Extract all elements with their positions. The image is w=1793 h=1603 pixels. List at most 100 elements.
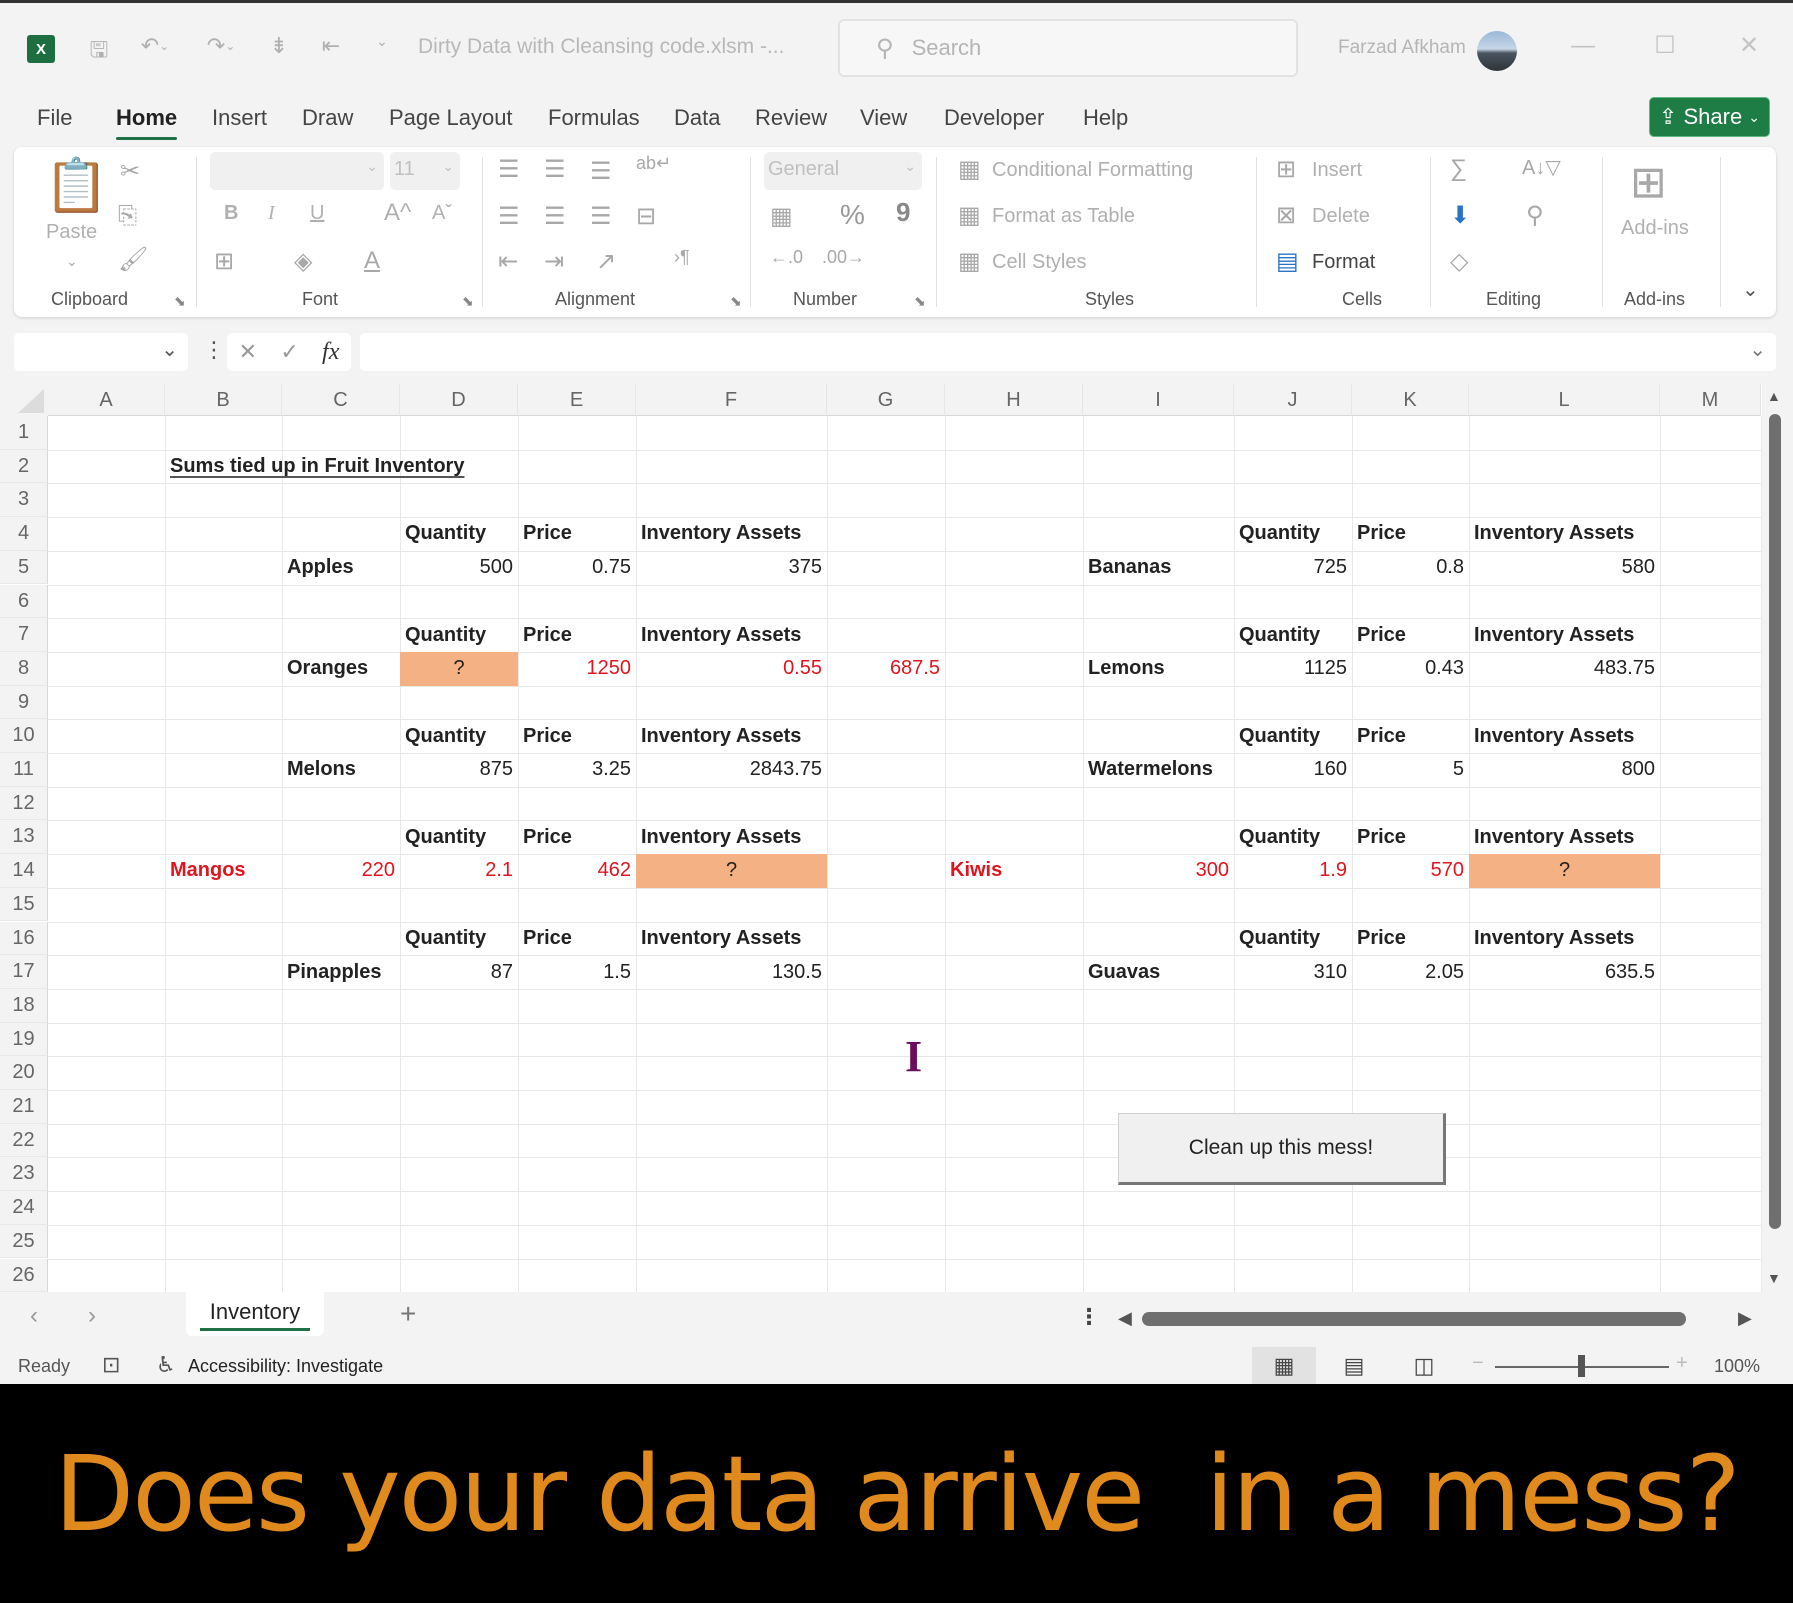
- format-as-table-button[interactable]: Format as Table: [992, 205, 1135, 228]
- row-header-23[interactable]: 23: [0, 1157, 48, 1192]
- column-header-g[interactable]: G: [827, 384, 945, 416]
- price-header[interactable]: Price: [518, 922, 636, 956]
- font-size-select[interactable]: 11 ⌄: [390, 152, 460, 190]
- spreadsheet-grid[interactable]: A B C D E F G H I J K L M 1 2 3 4 5 6 7 8 9 10 11 12 13 14 15 16 17 18…: [0, 384, 1762, 1294]
- row-header-10[interactable]: 10: [0, 719, 48, 753]
- font-color-icon[interactable]: A: [364, 247, 380, 275]
- zoom-out-button[interactable]: −: [1472, 1352, 1484, 1375]
- price-header[interactable]: Price: [1352, 922, 1469, 956]
- quantity-cell[interactable]: 220: [282, 854, 400, 888]
- row-header-14[interactable]: 14: [0, 854, 48, 888]
- inventory-assets-header[interactable]: Inventory Assets: [1469, 922, 1660, 956]
- column-header-j[interactable]: J: [1234, 384, 1352, 416]
- more-options-icon[interactable]: ⋮: [203, 337, 225, 363]
- delete-cells-button[interactable]: Delete: [1312, 205, 1370, 228]
- page-break-view-icon[interactable]: ◫: [1392, 1347, 1456, 1384]
- tab-draw[interactable]: Draw: [302, 105, 353, 131]
- accounting-format-icon[interactable]: ▦: [770, 202, 793, 231]
- tab-view[interactable]: View: [860, 105, 907, 131]
- quantity-header[interactable]: Quantity: [400, 922, 518, 956]
- redo-icon[interactable]: ↷ ⌄: [198, 33, 244, 59]
- font-name-select[interactable]: ⌄: [210, 152, 384, 190]
- row-header-21[interactable]: 21: [0, 1090, 48, 1124]
- row-header-8[interactable]: 8: [0, 651, 48, 686]
- decrease-indent-icon[interactable]: ⇤: [498, 247, 518, 276]
- user-name[interactable]: Farzad Afkham: [1338, 37, 1466, 59]
- tab-split-handle[interactable]: ⋮: [1078, 1304, 1100, 1330]
- price-header[interactable]: Price: [1352, 517, 1469, 551]
- quantity-cell[interactable]: 875: [400, 753, 518, 787]
- search-input[interactable]: ⚲ Search: [838, 19, 1298, 77]
- row-header-24[interactable]: 24: [0, 1191, 48, 1225]
- tab-data[interactable]: Data: [674, 105, 720, 131]
- page-layout-view-icon[interactable]: ▤: [1322, 1347, 1386, 1384]
- price-cell[interactable]: 1250: [518, 652, 636, 686]
- select-all-button[interactable]: [0, 384, 48, 416]
- comma-style-button[interactable]: 9: [896, 197, 910, 228]
- merge-icon[interactable]: ⇤: [316, 33, 346, 59]
- row-header-25[interactable]: 25: [0, 1224, 48, 1259]
- quantity-header[interactable]: Quantity: [1234, 618, 1352, 652]
- scroll-right-icon[interactable]: ▶: [1738, 1308, 1752, 1329]
- row-header-4[interactable]: 4: [0, 517, 48, 551]
- underline-button[interactable]: U: [310, 202, 324, 225]
- tab-insert[interactable]: Insert: [212, 105, 267, 131]
- text-direction-icon[interactable]: ›¶: [674, 247, 690, 268]
- price-header[interactable]: Price: [1352, 820, 1469, 854]
- row-header-3[interactable]: 3: [0, 483, 48, 518]
- price-cell[interactable]: 0.43: [1352, 652, 1469, 686]
- italic-button[interactable]: I: [268, 202, 275, 225]
- row-header-11[interactable]: 11: [0, 753, 48, 787]
- tab-developer[interactable]: Developer: [944, 105, 1044, 131]
- row-header-13[interactable]: 13: [0, 820, 48, 855]
- inventory-assets-header[interactable]: Inventory Assets: [1469, 618, 1660, 652]
- row-header-7[interactable]: 7: [0, 618, 48, 652]
- column-header-l[interactable]: L: [1469, 384, 1660, 416]
- inventory-assets-header[interactable]: Inventory Assets: [636, 820, 827, 854]
- format-cells-button[interactable]: Format: [1312, 251, 1375, 274]
- inventory-assets-header[interactable]: Inventory Assets: [636, 922, 827, 956]
- grow-font-button[interactable]: A^: [384, 199, 411, 227]
- row-header-17[interactable]: 17: [0, 955, 48, 989]
- clipboard-launcher-icon[interactable]: ⬊: [174, 293, 186, 310]
- alignment-launcher-icon[interactable]: ⬊: [730, 293, 742, 310]
- price-header[interactable]: Price: [518, 517, 636, 551]
- borders-icon[interactable]: ⊞: [214, 247, 234, 276]
- macro-record-icon[interactable]: ⊡: [102, 1352, 120, 1378]
- assets-cell[interactable]: 483.75: [1469, 652, 1660, 686]
- column-header-m[interactable]: M: [1660, 384, 1761, 416]
- bold-button[interactable]: B: [224, 202, 238, 225]
- tab-page-layout[interactable]: Page Layout: [389, 105, 513, 131]
- fruit-name[interactable]: Mangos: [165, 854, 282, 888]
- row-header-12[interactable]: 12: [0, 786, 48, 821]
- price-cell[interactable]: 1.5: [518, 955, 636, 989]
- quantity-cell[interactable]: 725: [1234, 551, 1352, 585]
- quantity-header[interactable]: Quantity: [1234, 517, 1352, 551]
- save-icon[interactable]: 🖫: [84, 33, 114, 71]
- percent-style-button[interactable]: %: [840, 199, 865, 231]
- align-right-icon[interactable]: ☰: [590, 202, 612, 231]
- accessibility-status[interactable]: Accessibility: Investigate: [188, 1356, 383, 1377]
- increase-decimal-icon[interactable]: ←.0: [770, 247, 803, 268]
- enter-icon[interactable]: ✓: [280, 339, 298, 365]
- assets-cell[interactable]: 462: [518, 854, 636, 888]
- price-cell[interactable]: 0.8: [1352, 551, 1469, 585]
- sort-filter-icon[interactable]: A↓▽: [1522, 155, 1561, 180]
- price-header[interactable]: Price: [1352, 719, 1469, 753]
- cut-icon[interactable]: ✂: [120, 157, 140, 186]
- cancel-icon[interactable]: ✕: [239, 339, 257, 365]
- fill-color-icon[interactable]: ◈: [294, 247, 312, 276]
- fruit-name[interactable]: Pinapples: [282, 955, 400, 989]
- next-sheet-icon[interactable]: ›: [88, 1302, 96, 1330]
- inventory-assets-header[interactable]: Inventory Assets: [1469, 719, 1660, 753]
- shifted-value-cell[interactable]: 687.5: [827, 652, 945, 686]
- quantity-header[interactable]: Quantity: [400, 618, 518, 652]
- assets-cell[interactable]: 635.5: [1469, 955, 1660, 989]
- assets-cell[interactable]: 580: [1469, 551, 1660, 585]
- prev-sheet-icon[interactable]: ‹: [30, 1302, 38, 1330]
- column-header-a[interactable]: A: [48, 384, 165, 416]
- add-sheet-button[interactable]: +: [400, 1298, 416, 1330]
- price-cell[interactable]: 1.9: [1234, 854, 1352, 888]
- tab-help[interactable]: Help: [1083, 105, 1128, 131]
- font-launcher-icon[interactable]: ⬊: [462, 293, 474, 310]
